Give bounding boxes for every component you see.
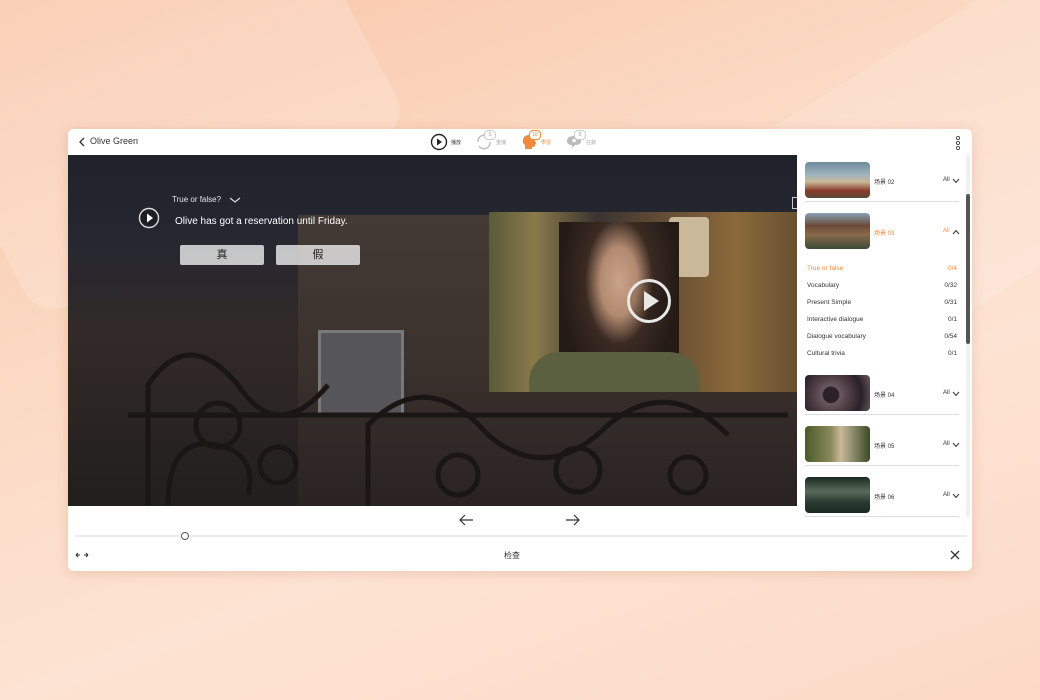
- scene-filter: All: [943, 177, 950, 183]
- scene-filter: All: [943, 228, 950, 234]
- mode-icon-wrap: 0: [475, 130, 497, 151]
- mode-icon-wrap: 0: [565, 130, 587, 151]
- scene-thumbnail: [805, 375, 870, 411]
- scene-item[interactable]: 场景 06 All: [805, 470, 960, 517]
- previous-arrow-icon[interactable]: [458, 513, 474, 527]
- subsection-label: Dialogue vocabulary: [807, 333, 866, 340]
- subsection-label: Present Simple: [807, 299, 852, 306]
- scene-name: 场景 02: [874, 180, 895, 186]
- subsection-label: True or false: [807, 265, 844, 272]
- scene-name: 场景 06: [874, 495, 895, 501]
- mode-label: 在錄: [586, 139, 597, 146]
- close-icon[interactable]: [950, 550, 960, 560]
- scene-item-active[interactable]: 场景 03 All: [805, 206, 960, 252]
- progress-track[interactable]: [75, 535, 967, 537]
- scene-item[interactable]: 场景 05 All: [805, 419, 960, 466]
- subsection-item[interactable]: True or false 0/4: [807, 265, 957, 277]
- subsection-count: 0/1: [947, 316, 957, 323]
- header-bar: Olive Green 播放 0 重播 18 學習 0 在錄: [68, 129, 972, 155]
- mode-switcher: 播放 0 重播 18 學習 0 在錄: [430, 130, 597, 152]
- count-badge: 0: [574, 130, 587, 140]
- answer-true-button[interactable]: 真: [180, 245, 264, 265]
- chevron-down-icon: [952, 391, 960, 397]
- quiz-question: Olive has got a reservation until Friday…: [175, 216, 348, 227]
- mode-play[interactable]: 播放: [430, 133, 461, 151]
- audio-play-icon[interactable]: [138, 207, 160, 229]
- scene-filter: All: [943, 390, 950, 396]
- scene-name: 场景 05: [874, 444, 895, 450]
- footer-bar: 检查: [68, 541, 972, 571]
- subsection-item[interactable]: Vocabulary 0/32: [807, 282, 957, 294]
- subsection-count: 0/31: [944, 299, 957, 306]
- check-button[interactable]: 检查: [504, 550, 520, 561]
- count-badge: 0: [484, 130, 497, 140]
- expand-horizontal-icon[interactable]: [75, 551, 89, 559]
- scene-thumbnail: [805, 213, 870, 249]
- subsection-label: Vocabulary: [807, 282, 840, 289]
- subsection-label: Cultural trivia: [807, 350, 845, 357]
- scene-filter: All: [943, 492, 950, 498]
- woman-jacket: [529, 352, 699, 392]
- mode-icon-wrap: 18: [520, 130, 542, 151]
- scene-thumbnail: [805, 162, 870, 198]
- subsection-item[interactable]: Present Simple 0/31: [807, 299, 957, 311]
- subsection-item[interactable]: Interactive dialogue 0/1: [807, 316, 957, 328]
- subsection-item[interactable]: Dialogue vocabulary 0/54: [807, 333, 957, 345]
- video-thumbnail-woman[interactable]: [489, 212, 797, 392]
- mode-label: 重播: [496, 139, 507, 146]
- scene-name: 场景 03: [874, 231, 895, 237]
- sidebar-scrollbar-thumb[interactable]: [966, 194, 970, 344]
- page-title: Olive Green: [90, 136, 139, 146]
- mode-label: 學習: [541, 139, 552, 146]
- next-arrow-icon[interactable]: [565, 513, 581, 527]
- back-arrow-icon[interactable]: [76, 136, 88, 148]
- player-window: Olive Green 播放 0 重播 18 學習 0 在錄 True or f…: [68, 129, 972, 571]
- scene-filter: All: [943, 441, 950, 447]
- scene-item[interactable]: 场景 02 All: [805, 155, 960, 202]
- subsection-count: 0/1: [947, 350, 957, 357]
- count-badge: 18: [529, 130, 542, 140]
- mode-label: 播放: [451, 139, 462, 146]
- play-video-icon[interactable]: [626, 278, 672, 324]
- subsection-label: Interactive dialogue: [807, 316, 864, 323]
- chevron-down-icon: [952, 442, 960, 448]
- subsection-count: 0/54: [944, 333, 957, 340]
- scene-thumbnail: [805, 426, 870, 462]
- scene-sidebar: 场景 02 All 场景 03 All True or false 0/4 Vo…: [797, 155, 972, 523]
- mode-record[interactable]: 0 在錄: [565, 130, 597, 151]
- quiz-type-label: True or false?: [172, 195, 222, 204]
- chevron-down-icon[interactable]: [229, 196, 241, 204]
- video-player[interactable]: True or false? Olive has got a reservati…: [68, 155, 797, 506]
- mode-learn[interactable]: 18 學習: [520, 130, 552, 151]
- answer-false-button[interactable]: 假: [276, 245, 360, 265]
- more-vertical-icon[interactable]: [955, 135, 961, 151]
- chevron-down-icon: [952, 493, 960, 499]
- chevron-down-icon: [952, 178, 960, 184]
- scene-name: 场景 04: [874, 393, 895, 399]
- scene-item[interactable]: 场景 04 All: [805, 368, 960, 415]
- subsection-count: 0/32: [944, 282, 957, 289]
- scene-thumbnail: [805, 477, 870, 513]
- play-circle-icon: [430, 133, 448, 151]
- subsection-count: 0/4: [947, 265, 957, 272]
- subsection-item[interactable]: Cultural trivia 0/1: [807, 350, 957, 362]
- chevron-up-icon: [952, 229, 960, 235]
- mode-replay[interactable]: 0 重播: [475, 130, 507, 151]
- progress-handle[interactable]: [181, 532, 189, 540]
